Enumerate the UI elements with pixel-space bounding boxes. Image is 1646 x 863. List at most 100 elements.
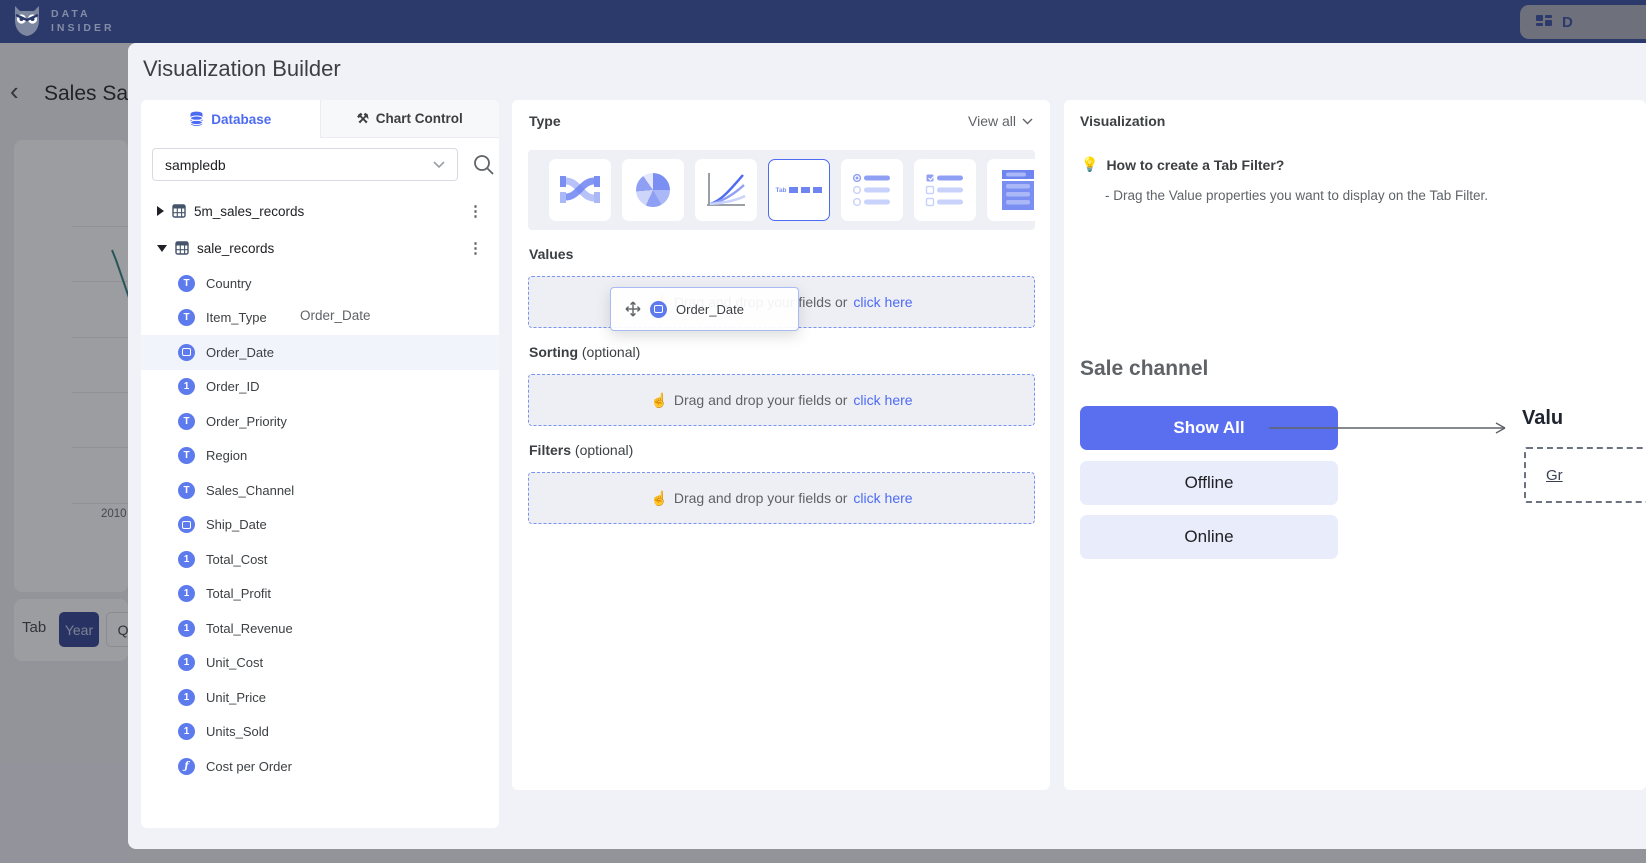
table-name: 5m_sales_records [194, 204, 304, 219]
visualization-panel: Visualization 💡 How to create a Tab Filt… [1064, 100, 1646, 790]
pie-chart-icon [636, 173, 670, 207]
search-icon[interactable] [471, 152, 497, 178]
field-type-icon: T [178, 275, 195, 292]
field-item[interactable]: T Region [141, 439, 499, 474]
field-type-icon: 1 [178, 551, 195, 568]
field-item[interactable]: 1 Units_Sold [141, 715, 499, 750]
field-item[interactable]: 1 Order_ID [141, 370, 499, 405]
click-here-link[interactable]: click here [853, 490, 912, 506]
table-chart-icon [998, 168, 1038, 212]
field-item[interactable]: T Country [141, 266, 499, 301]
click-here-link[interactable]: click here [853, 294, 912, 310]
dashboard-icon [1534, 12, 1554, 32]
drag-hand-icon: ☝ [650, 490, 667, 507]
field-item[interactable]: Ship_Date [141, 508, 499, 543]
field-item[interactable]: T Sales_Channel [141, 473, 499, 508]
chart-type-table[interactable] [987, 159, 1049, 221]
radio-list-icon [851, 171, 893, 209]
field-label: Country [206, 276, 252, 291]
annotation-arrow [1267, 420, 1517, 436]
field-item[interactable]: 1 Unit_Cost [141, 646, 499, 681]
click-here-link[interactable]: click here [853, 392, 912, 408]
visualization-title: Visualization [1080, 113, 1165, 129]
sorting-label: Sorting (optional) [529, 344, 640, 360]
field-item[interactable]: 1 Total_Profit [141, 577, 499, 612]
brand-name: DATA INSIDER [51, 7, 115, 35]
kebab-menu-icon[interactable]: ⋮ [468, 202, 483, 220]
tab-filter-icon-text: Tab [775, 187, 786, 194]
chart-type-radio-list[interactable] [841, 159, 903, 221]
line-chart-icon [705, 171, 747, 209]
panel-tabs: Database ⚒ Chart Control [141, 100, 499, 138]
table-item-sale-records[interactable]: sale_records ⋮ [141, 233, 499, 263]
database-select[interactable]: sampledb [152, 148, 458, 181]
filters-dropzone[interactable]: ☝ Drag and drop your fields or click her… [528, 472, 1035, 524]
tab-database[interactable]: Database [141, 100, 320, 138]
database-icon [189, 111, 204, 127]
lightbulb-icon: 💡 [1081, 156, 1098, 173]
sorting-dropzone[interactable]: ☝ Drag and drop your fields or click her… [528, 374, 1035, 426]
field-label: Cost per Order [206, 759, 292, 774]
dashboard-button-label: D [1562, 14, 1573, 31]
table-item-5m-sales-records[interactable]: 5m_sales_records ⋮ [141, 196, 499, 226]
field-label: Item_Type [206, 310, 267, 325]
screen: ‹ Sales Sa 30.5030.2530.0029.7529.5029.2… [0, 0, 1646, 863]
tools-icon: ⚒ [357, 111, 369, 127]
field-type-icon: 1 [178, 654, 195, 671]
field-item[interactable]: 1 Total_Cost [141, 542, 499, 577]
dragged-field-label: Order_Date [676, 302, 744, 317]
move-icon [625, 301, 641, 317]
field-label: Units_Sold [206, 724, 269, 739]
kebab-menu-icon[interactable]: ⋮ [468, 239, 483, 257]
collapse-icon[interactable] [157, 245, 167, 252]
field-type-icon: T [178, 309, 195, 326]
view-all-dropdown[interactable]: View all [968, 113, 1033, 129]
dashboard-button[interactable]: D [1520, 5, 1646, 39]
chart-type-sankey[interactable] [549, 159, 611, 221]
field-label: Unit_Price [206, 690, 266, 705]
field-type-icon: 1 [178, 723, 195, 740]
annotation-group-label[interactable]: Gr [1546, 467, 1563, 484]
field-label: Total_Revenue [206, 621, 293, 636]
field-label: Unit_Cost [206, 655, 263, 670]
checkbox-list-icon [924, 171, 966, 209]
tab-chart-control[interactable]: ⚒ Chart Control [320, 100, 500, 138]
field-label: Ship_Date [206, 517, 267, 532]
field-item[interactable]: Order_Date [141, 335, 499, 370]
brand: DATA INSIDER [12, 4, 115, 38]
expand-icon[interactable] [157, 206, 164, 216]
table-name: sale_records [197, 241, 274, 256]
builder-panel: Type View all [512, 100, 1050, 790]
field-type-icon: T [178, 482, 195, 499]
annotation-value-label: Valu [1522, 407, 1563, 430]
field-label: Total_Cost [206, 552, 267, 567]
database-select-value: sampledb [165, 157, 226, 173]
field-type-icon: 1 [178, 689, 195, 706]
drag-ghost-card[interactable]: Order_Date [610, 287, 799, 331]
values-label: Values [529, 246, 573, 262]
hint-body: - Drag the Value properties you want to … [1105, 188, 1488, 203]
chart-type-line[interactable] [695, 159, 757, 221]
chevron-down-icon [1022, 118, 1033, 125]
field-list: T Country T Item_Type Order_Date 1 Order… [141, 266, 499, 784]
visualization-builder-modal: Visualization Builder Database ⚒ Chart [128, 43, 1646, 849]
modal-title: Visualization Builder [143, 56, 341, 82]
field-item[interactable]: 1 Total_Revenue [141, 611, 499, 646]
field-type-icon: T [178, 447, 195, 464]
field-item[interactable]: ƒ Cost per Order [141, 749, 499, 784]
filter-button-online[interactable]: Online [1080, 515, 1338, 559]
tab-filter-icon [789, 185, 823, 195]
type-label: Type [529, 113, 561, 129]
hint-title: How to create a Tab Filter? [1106, 157, 1284, 173]
tab-chart-control-label: Chart Control [376, 111, 463, 126]
chart-type-pie[interactable] [622, 159, 684, 221]
chart-type-tab-filter[interactable]: Tab [768, 159, 830, 221]
dropzone-text: Drag and drop your fields or [674, 490, 848, 506]
dropzone-text: Drag and drop your fields or [674, 392, 848, 408]
chart-type-checkbox-list[interactable] [914, 159, 976, 221]
field-item[interactable]: 1 Unit_Price [141, 680, 499, 715]
filter-button-offline[interactable]: Offline [1080, 461, 1338, 505]
database-panel: Database ⚒ Chart Control sampledb [141, 100, 499, 828]
field-type-icon [178, 344, 195, 361]
field-item[interactable]: T Order_Priority [141, 404, 499, 439]
